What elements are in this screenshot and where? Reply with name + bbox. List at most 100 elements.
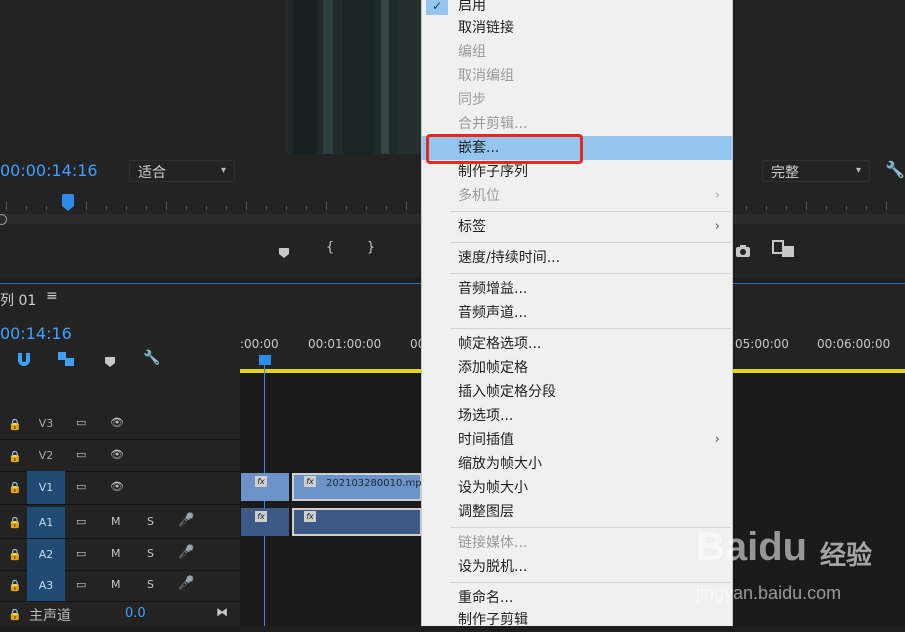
sync-lock-icon[interactable]: ▭ <box>76 547 86 560</box>
menu-separator <box>450 242 730 243</box>
track-name[interactable]: V3 <box>27 408 65 439</box>
menu-item-scale-to-frame-size[interactable]: 缩放为帧大小 <box>422 452 732 476</box>
microphone-icon[interactable]: 🎤 <box>178 545 194 560</box>
menu-item-field-options[interactable]: 场选项... <box>422 404 732 428</box>
menu-item-label-submenu[interactable]: 标签 › <box>422 215 732 239</box>
quality-select[interactable]: 完整 ▾ <box>762 160 870 182</box>
eye-icon[interactable]: 👁 <box>110 448 124 461</box>
solo-button[interactable]: S <box>147 578 154 591</box>
audio-clip[interactable]: fx <box>241 508 289 536</box>
video-clip[interactable]: fx 202103280010.mp4 <box>292 473 428 501</box>
mute-button[interactable]: M <box>111 578 121 591</box>
camera-icon[interactable] <box>735 243 751 257</box>
menu-item-label: 设为脱机... <box>458 559 528 575</box>
add-marker-button[interactable] <box>278 244 290 258</box>
master-volume-value[interactable]: 0.0 <box>125 606 146 621</box>
sync-lock-icon[interactable]: ▭ <box>76 515 86 528</box>
menu-item-add-frame-hold[interactable]: 添加帧定格 <box>422 356 732 380</box>
fit-select[interactable]: 适合 ▾ <box>129 160 235 182</box>
menu-item-speed-duration[interactable]: 速度/持续时间... <box>422 246 732 270</box>
ruler-tick <box>26 206 27 210</box>
audio-clip[interactable]: fx <box>292 508 422 536</box>
mark-in-button[interactable]: { <box>323 240 337 255</box>
ruler-tick <box>246 202 247 210</box>
menu-item-label: 制作子序列 <box>458 164 528 180</box>
microphone-icon[interactable]: 🎤 <box>178 576 194 591</box>
timeline-timecode[interactable]: 00:14:16 <box>0 324 72 343</box>
track-name[interactable]: A1 <box>27 507 65 538</box>
ruler-tick <box>326 202 327 210</box>
track-row-a2: 🔒 A2 ▭ M S 🎤 <box>0 539 240 571</box>
menu-item-label: 添加帧定格 <box>458 360 528 376</box>
menu-item-set-to-frame-size[interactable]: 设为帧大小 <box>422 476 732 500</box>
menu-item-insert-frame-hold-segment[interactable]: 插入帧定格分段 <box>422 380 732 404</box>
sync-lock-icon[interactable]: ▭ <box>76 480 86 493</box>
lock-icon[interactable]: 🔒 <box>8 418 22 431</box>
lock-icon[interactable]: 🔒 <box>8 516 22 529</box>
solo-button[interactable]: S <box>147 515 154 528</box>
lock-icon[interactable]: 🔒 <box>8 579 22 592</box>
menu-item-label: 多机位 <box>458 188 500 204</box>
menu-item-frame-hold-options[interactable]: 帧定格选项... <box>422 332 732 356</box>
video-clip[interactable]: fx <box>241 473 289 501</box>
monitor-playhead[interactable] <box>62 194 74 211</box>
linked-selection-icon[interactable] <box>57 351 75 367</box>
track-name[interactable]: A2 <box>27 539 65 570</box>
add-marker-icon[interactable] <box>104 353 116 367</box>
menu-item-time-interpolation[interactable]: 时间插值 › <box>422 428 732 452</box>
ruler-tick <box>126 206 127 210</box>
track-name[interactable]: A3 <box>27 570 65 601</box>
fit-select-value: 适合 <box>138 165 166 181</box>
menu-item-label: 场选项... <box>458 408 514 424</box>
compare-view-icon[interactable] <box>772 240 796 258</box>
mark-out-button[interactable]: } <box>364 240 378 255</box>
wrench-icon[interactable]: 🔧 <box>885 160 905 179</box>
sync-lock-icon[interactable]: ▭ <box>76 578 86 591</box>
solo-button[interactable]: S <box>147 547 154 560</box>
menu-item-synchronize[interactable]: 同步 <box>422 88 732 112</box>
track-name[interactable]: V2 <box>27 440 65 471</box>
menu-item-make-subclip[interactable]: 制作子剪辑 <box>422 608 732 632</box>
sequence-tab-title[interactable]: 列 01 <box>0 290 36 310</box>
timeline-settings-wrench-icon[interactable]: 🔧 <box>143 350 160 366</box>
eye-icon[interactable]: 👁 <box>110 416 124 429</box>
lock-icon[interactable]: 🔒 <box>8 481 22 494</box>
mute-button[interactable]: M <box>111 515 121 528</box>
monitor-timecode[interactable]: 00:00:14:16 <box>0 161 98 180</box>
microphone-icon[interactable]: 🎤 <box>178 513 194 528</box>
ruler-tick <box>226 206 227 210</box>
menu-item-group[interactable]: 编组 <box>422 40 732 64</box>
lock-icon[interactable]: 🔒 <box>8 548 22 561</box>
panel-menu-icon[interactable]: ≡ <box>46 288 58 304</box>
menu-separator <box>450 273 730 274</box>
menu-item-link-media[interactable]: 链接媒体... <box>422 531 732 555</box>
lock-icon[interactable]: 🔒 <box>8 450 22 463</box>
mute-button[interactable]: M <box>111 547 121 560</box>
lock-icon[interactable]: 🔒 <box>8 608 22 621</box>
menu-item-unlink[interactable]: 取消链接 <box>422 16 732 40</box>
ruler-tick <box>46 206 47 210</box>
sync-lock-icon[interactable]: ▭ <box>76 416 86 429</box>
menu-item-label: 插入帧定格分段 <box>458 384 556 400</box>
menu-item-make-offline[interactable]: 设为脱机... <box>422 555 732 579</box>
menu-item-merge-clips[interactable]: 合并剪辑... <box>422 112 732 136</box>
menu-item-audio-gain[interactable]: 音频增益... <box>422 277 732 301</box>
menu-item-label: 合并剪辑... <box>458 116 528 132</box>
snap-icon[interactable] <box>16 351 32 367</box>
menu-item-rename[interactable]: 重命名... <box>422 586 732 610</box>
menu-item-audio-channels[interactable]: 音频声道... <box>422 301 732 325</box>
sync-lock-icon[interactable]: ▭ <box>76 448 86 461</box>
menu-item-ungroup[interactable]: 取消编组 <box>422 64 732 88</box>
zoom-handle[interactable] <box>0 214 7 225</box>
eye-icon[interactable]: 👁 <box>110 480 124 493</box>
jump-to-end-icon[interactable]: ⧓ <box>216 605 228 619</box>
ruler-tick <box>346 206 347 210</box>
submenu-arrow-icon: › <box>714 432 720 447</box>
timeline-playhead[interactable] <box>259 355 271 365</box>
ruler-tick <box>846 206 847 210</box>
track-name[interactable]: V1 <box>27 471 65 504</box>
menu-item-adjustment-layer[interactable]: 调整图层 <box>422 500 732 524</box>
context-menu: ✓ 启用 取消链接 编组 取消编组 同步 合并剪辑... 嵌套... 制作子序列… <box>421 0 733 628</box>
menu-item-multicam[interactable]: 多机位 › <box>422 184 732 208</box>
menu-item-label: 调整图层 <box>458 504 514 520</box>
